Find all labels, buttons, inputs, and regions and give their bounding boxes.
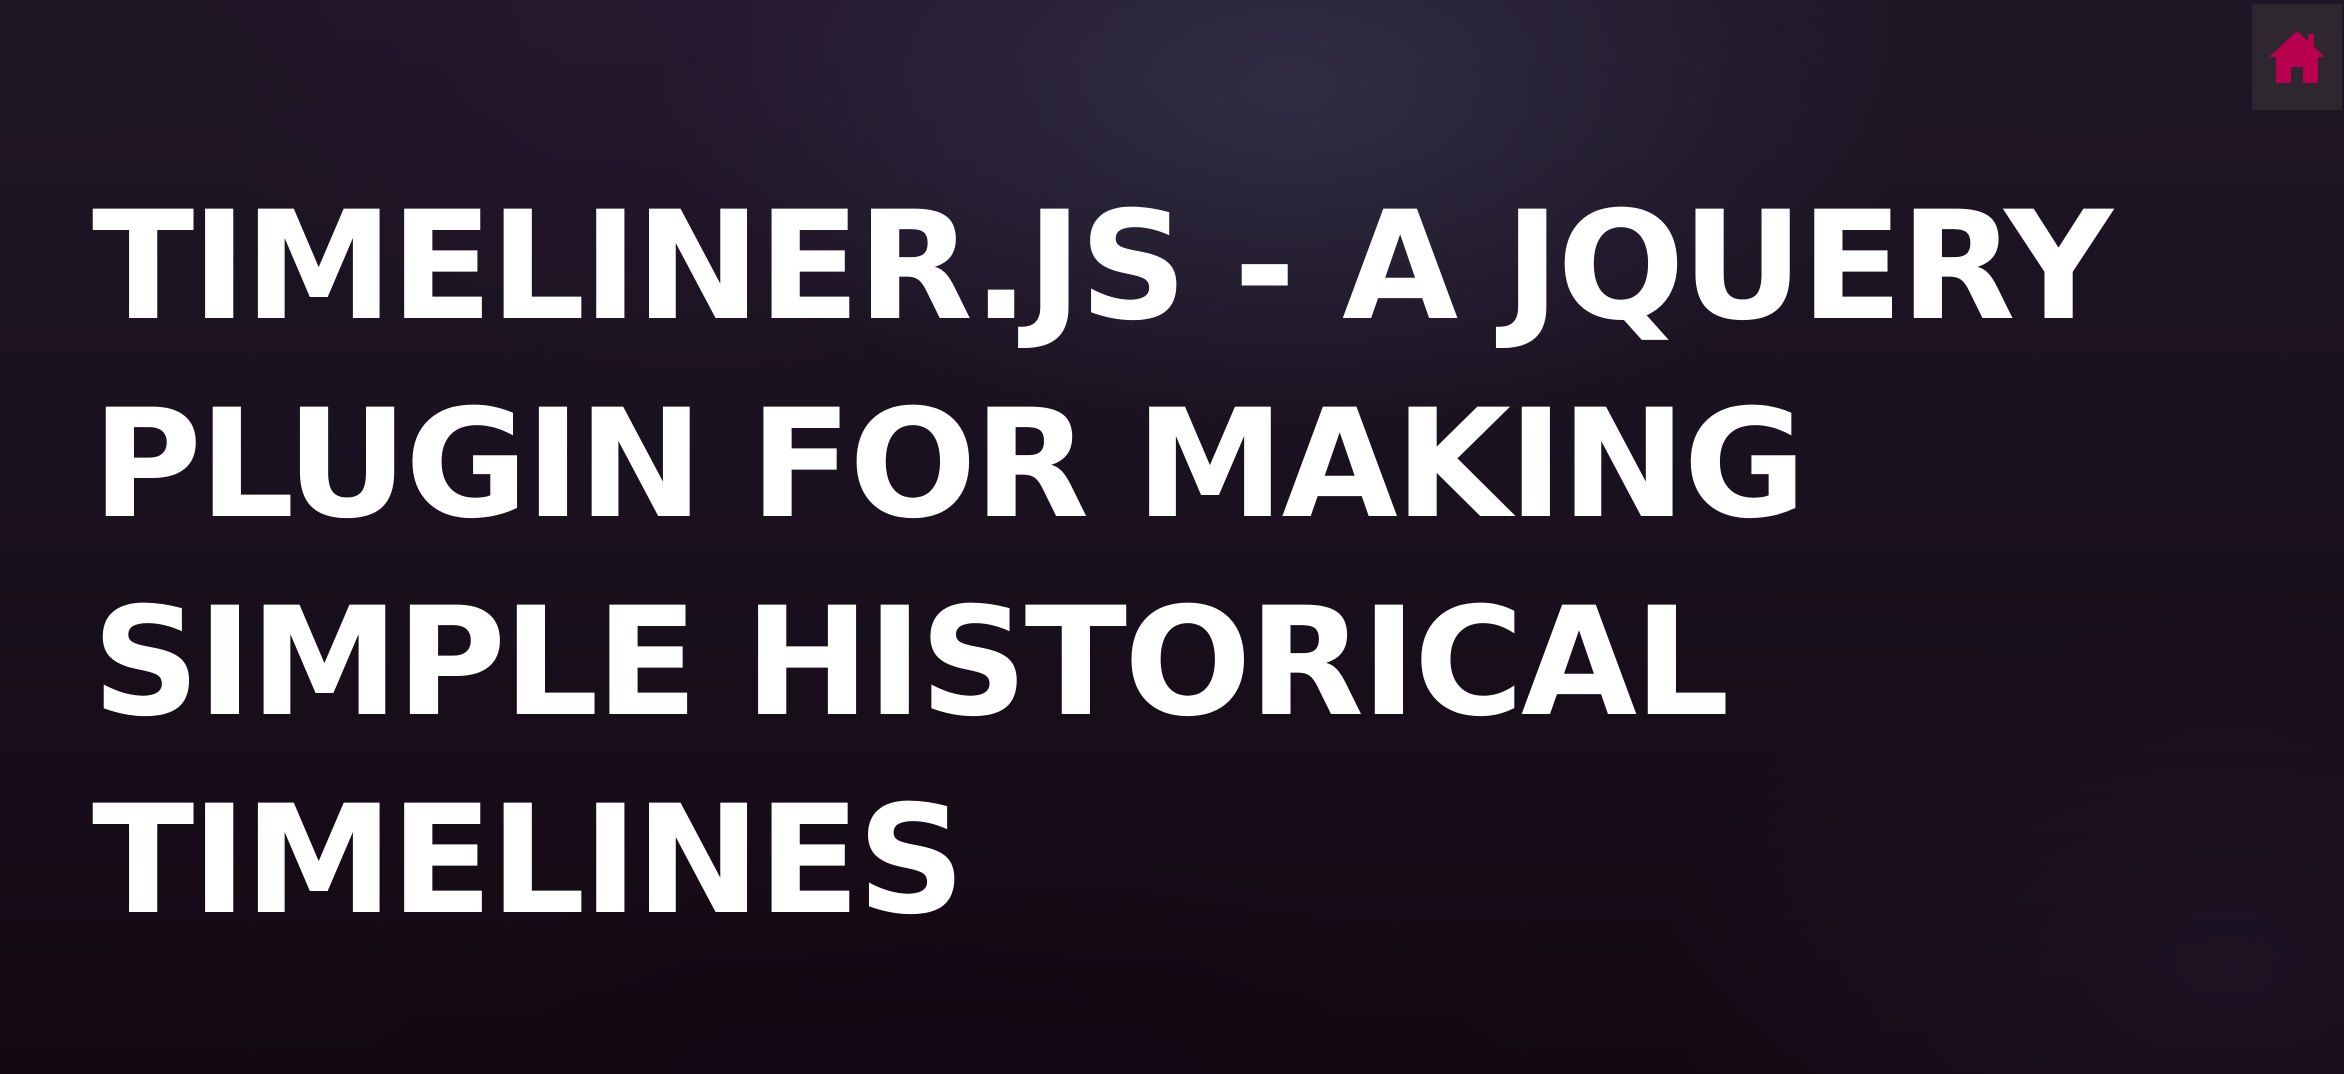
title-line-3: SIMPLE HISTORICAL [92,576,1730,750]
title-line-1: TIMELINER.JS - A JQUERY [92,180,2113,354]
home-icon [2267,28,2327,86]
title-line-4: TIMELINES [92,774,965,948]
home-button[interactable] [2252,4,2342,110]
page-title: TIMELINER.JS - A JQUERY PLUGIN FOR MAKIN… [92,168,2292,960]
title-line-2: PLUGIN FOR MAKING [92,378,1806,552]
